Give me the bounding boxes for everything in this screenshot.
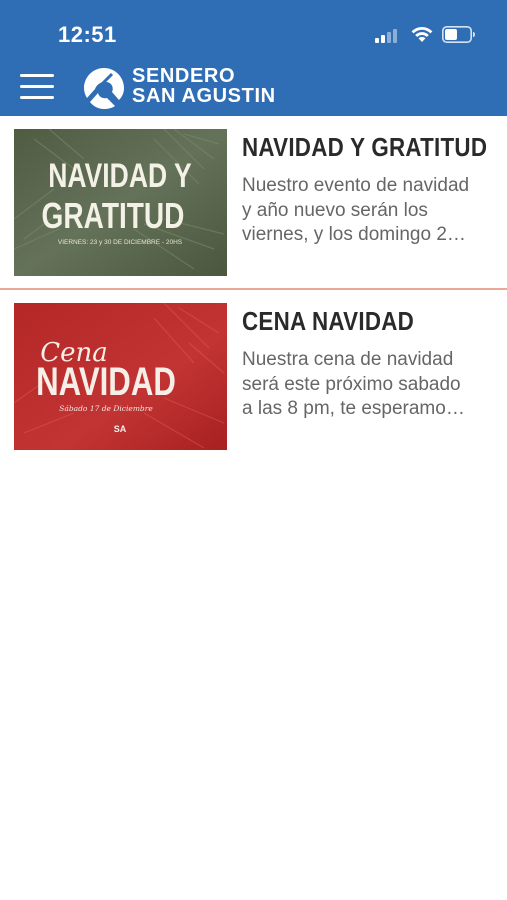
description-line: será este próximo sabado bbox=[242, 373, 461, 395]
hamburger-line-icon bbox=[20, 96, 54, 99]
description-line: y año nuevo serán los bbox=[242, 199, 428, 221]
cellular-signal-icon bbox=[375, 27, 401, 43]
description-line: a las 8 pm, te esperamo… bbox=[242, 398, 465, 419]
hamburger-line-icon bbox=[20, 74, 54, 77]
event-list-item[interactable]: Cena NAVIDAD Sábado 17 de Diciembre SA C… bbox=[0, 290, 507, 462]
event-description: Nuestro evento de navidad y año nuevo se… bbox=[242, 174, 500, 248]
description-line: Nuestra cena de navidad bbox=[242, 349, 454, 370]
app-logo-text: SENDERO SAN AGUSTIN bbox=[132, 66, 276, 106]
event-description: Nuestra cena de navidad será este próxim… bbox=[242, 348, 500, 422]
wifi-icon bbox=[411, 27, 433, 42]
status-time: 12:51 bbox=[58, 22, 117, 47]
event-image-cena-navidad: Cena NAVIDAD Sábado 17 de Diciembre SA bbox=[14, 303, 227, 450]
image-caption: Sábado 17 de Diciembre bbox=[59, 404, 153, 413]
hamburger-menu-button[interactable] bbox=[20, 74, 54, 100]
status-bar: 12:51 bbox=[0, 0, 507, 62]
event-title: CENA NAVIDAD bbox=[242, 306, 415, 336]
event-title: NAVIDAD Y GRATITUD bbox=[242, 132, 488, 162]
image-text-line1: NAVIDAD bbox=[36, 359, 176, 404]
image-badge: SA bbox=[114, 424, 127, 434]
image-caption: VIERNES: 23 y 30 DE DICIEMBRE - 20HS bbox=[58, 239, 183, 246]
description-line: viernes, y los domingo 2… bbox=[242, 224, 466, 245]
app-header: 12:51 SENDERO SAN AGUSTIN bbox=[0, 0, 507, 116]
image-text-line2: GRATITUD bbox=[42, 196, 185, 236]
logo-line-1: SENDERO bbox=[132, 65, 236, 87]
image-text-line1: NAVIDAD Y bbox=[48, 157, 191, 195]
event-thumbnail[interactable]: NAVIDAD Y GRATITUD VIERNES: 23 y 30 DE D… bbox=[14, 129, 227, 276]
event-thumbnail[interactable]: Cena NAVIDAD Sábado 17 de Diciembre SA bbox=[14, 303, 227, 450]
logo-line-2: SAN AGUSTIN bbox=[132, 85, 276, 107]
hamburger-line-icon bbox=[20, 85, 54, 88]
sendero-logo-icon bbox=[84, 68, 124, 109]
event-image-navidad-gratitud: NAVIDAD Y GRATITUD VIERNES: 23 y 30 DE D… bbox=[14, 129, 227, 276]
battery-icon bbox=[442, 26, 475, 43]
description-line: Nuestro evento de navidad bbox=[242, 175, 470, 196]
nav-bar: SENDERO SAN AGUSTIN bbox=[0, 62, 507, 116]
event-list-item[interactable]: NAVIDAD Y GRATITUD VIERNES: 23 y 30 DE D… bbox=[0, 116, 507, 290]
